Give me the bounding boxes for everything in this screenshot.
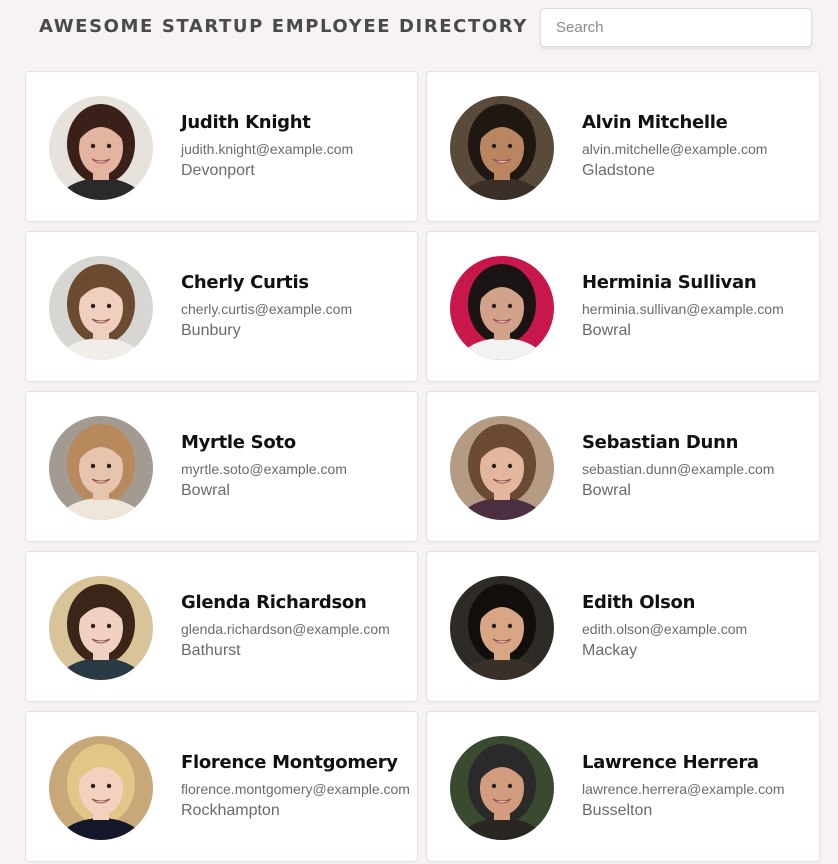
employee-city: Bowral [582,322,631,339]
search-input[interactable] [540,8,812,47]
employee-avatar [450,256,554,360]
employee-city: Bowral [582,482,631,499]
employee-avatar [49,736,153,840]
employee-card[interactable]: Cherly Curtis cherly.curtis@example.com Bu… [25,231,418,382]
employee-name: Glenda Richardson [181,592,367,613]
employee-name: Herminia Sullivan [582,272,757,293]
employee-email: judith.knight@example.com [181,141,354,157]
employee-email: edith.olson@example.com [582,621,748,637]
employee-email: glenda.richardson@example.com [181,621,390,637]
employee-card[interactable]: Alvin Mitchelle alvin.mitchelle@example.c… [426,71,820,222]
employee-city: Busselton [582,802,653,819]
employee-name: Sebastian Dunn [582,432,739,453]
employee-name: Alvin Mitchelle [582,112,728,133]
employee-card[interactable]: Florence Montgomery florence.montgomery@e… [25,711,418,862]
employee-grid: Judith Knight judith.knight@example.com De… [25,71,820,862]
employee-avatar [49,256,153,360]
employee-city: Devonport [181,162,255,179]
employee-name: Lawrence Herrera [582,752,759,773]
employee-name: Judith Knight [181,112,311,133]
employee-email: myrtle.soto@example.com [181,461,347,477]
employee-name: Florence Montgomery [181,752,398,773]
employee-city: Bathurst [181,642,241,659]
employee-card[interactable]: Glenda Richardson glenda.richardson@examp… [25,551,418,702]
employee-avatar [49,576,153,680]
employee-info: Myrtle Soto myrtle.soto@example.com Bowral [181,432,347,500]
employee-avatar [450,576,554,680]
employee-email: lawrence.herrera@example.com [582,781,785,797]
employee-name: Edith Olson [582,592,696,613]
employee-info: Florence Montgomery florence.montgomery@e… [181,752,410,820]
employee-avatar [49,416,153,520]
employee-info: Sebastian Dunn sebastian.dunn@example.com… [582,432,774,500]
employee-info: Glenda Richardson glenda.richardson@examp… [181,592,390,660]
employee-city: Mackay [582,642,638,659]
employee-card[interactable]: Judith Knight judith.knight@example.com De… [25,71,418,222]
employee-city: Bowral [181,482,230,499]
employee-email: cherly.curtis@example.com [181,301,353,317]
employee-info: Herminia Sullivan herminia.sullivan@examp… [582,272,784,340]
employee-email: sebastian.dunn@example.com [582,461,775,477]
employee-avatar [450,96,554,200]
employee-card[interactable]: Herminia Sullivan herminia.sullivan@examp… [426,231,820,382]
page-title: AWESOME STARTUP EMPLOYEE DIRECTORY [39,16,528,37]
employee-email: herminia.sullivan@example.com [582,301,784,317]
employee-name: Cherly Curtis [181,272,309,293]
employee-info: Alvin Mitchelle alvin.mitchelle@example.c… [582,112,767,180]
employee-card[interactable]: Edith Olson edith.olson@example.com Mackay [426,551,820,702]
employee-email: alvin.mitchelle@example.com [582,141,768,157]
employee-avatar [450,416,554,520]
employee-card[interactable]: Myrtle Soto myrtle.soto@example.com Bowral [25,391,418,542]
employee-card[interactable]: Sebastian Dunn sebastian.dunn@example.com… [426,391,820,542]
employee-email: florence.montgomery@example.com [181,781,410,797]
employee-info: Edith Olson edith.olson@example.com Mackay [582,592,747,660]
employee-city: Rockhampton [181,802,280,819]
employee-info: Cherly Curtis cherly.curtis@example.com Bu… [181,272,352,340]
employee-name: Myrtle Soto [181,432,296,453]
employee-info: Lawrence Herrera lawrence.herrera@example… [582,752,785,820]
employee-info: Judith Knight judith.knight@example.com De… [181,112,353,180]
employee-avatar [49,96,153,200]
header: AWESOME STARTUP EMPLOYEE DIRECTORY [0,0,838,60]
employee-card[interactable]: Lawrence Herrera lawrence.herrera@example… [426,711,820,862]
employee-city: Bunbury [181,322,241,339]
employee-city: Gladstone [582,162,655,179]
employee-avatar [450,736,554,840]
